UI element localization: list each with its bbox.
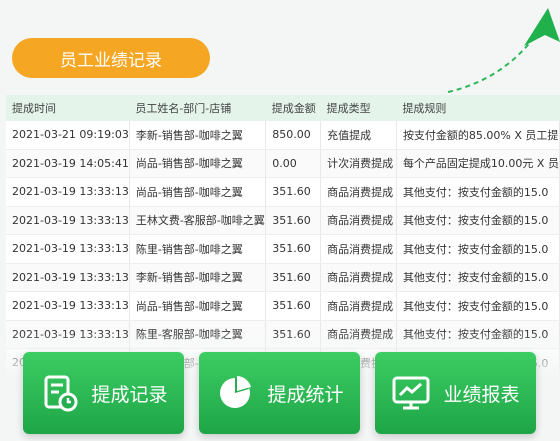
cell-type: 商品消费提成: [320, 291, 397, 321]
cell-employee: 李新-销售部-咖啡之翼: [129, 263, 267, 292]
commission-records-label: 提成记录: [91, 383, 168, 406]
column-header-time[interactable]: 提成时间: [6, 95, 130, 121]
cell-amount: 351.60: [265, 291, 322, 321]
cell-time: 2021-03-19 13:33:13: [6, 177, 130, 207]
cell-rule: 其他支付：按支付金额的15.0: [396, 263, 560, 292]
pie-chart-icon: [220, 376, 252, 408]
cell-amount: 351.60: [265, 263, 322, 292]
cell-amount: 850.00: [265, 121, 322, 150]
page-title: 员工业绩记录: [12, 38, 210, 78]
cell-type: 商品消费提成: [320, 206, 397, 235]
cell-type: 商品消费提成: [320, 234, 397, 264]
cell-type: 商品消费提成: [320, 177, 397, 207]
cell-employee: 尚品-销售部-咖啡之翼: [129, 149, 267, 178]
cell-time: 2021-03-19 13:33:13: [6, 206, 130, 235]
monitor-chart-icon: [392, 376, 430, 410]
cell-rule: 每个产品固定提成10.00元 X 员: [396, 149, 560, 178]
cell-time: 2021-03-19 13:33:13: [6, 234, 130, 264]
column-header-employee[interactable]: 员工姓名-部门-店铺: [129, 95, 266, 121]
table-row[interactable]: 2021-03-19 13:33:13李新-销售部-咖啡之翼351.60商品消费…: [6, 263, 560, 292]
cell-employee: 王林文费-客服部-咖啡之翼: [129, 206, 267, 235]
cell-amount: 0.00: [265, 149, 322, 178]
column-header-type[interactable]: 提成类型: [320, 95, 397, 121]
cell-rule: 其他支付：按支付金额的15.0: [396, 291, 560, 321]
cell-type: 计次消费提成: [320, 149, 397, 178]
cell-amount: 351.60: [265, 206, 322, 235]
table-row[interactable]: 2021-03-19 13:33:13 王林文费-客服部-咖啡之翼 351.60 商品…: [6, 206, 560, 235]
cell-employee: 尚品-销售部-咖啡之翼: [129, 291, 267, 321]
cell-amount: 351.60: [265, 234, 322, 264]
cell-employee: 尚品-销售部-咖啡之翼: [129, 177, 267, 207]
cell-employee: 陈里-销售部-咖啡之翼: [129, 234, 267, 264]
document-clock-icon: [44, 375, 78, 412]
table-row[interactable]: 2021-03-19 13:33:13 尚品-销售部-咖啡之翼 351.60 商品消费…: [6, 177, 560, 207]
cell-rule: 其他支付：按支付金额的15.0: [396, 234, 560, 264]
cell-time: 2021-03-19 13:33:13: [6, 291, 130, 321]
table-row[interactable]: 2021-03-19 14:05:41 尚品-销售部-咖啡之翼 0.00 计次消费提成…: [6, 149, 560, 178]
cell-type: 商品消费提成: [320, 263, 397, 292]
performance-report-button[interactable]: 业绩报表: [375, 352, 536, 434]
cell-rule: 其他支付：按支付金额的15.0: [396, 206, 560, 235]
table-row[interactable]: 2021-03-19 13:33:13 陈里-销售部-咖啡之翼 351.60 商品消费…: [6, 234, 560, 264]
commission-stats-button[interactable]: 提成统计: [199, 352, 360, 434]
column-header-rule[interactable]: 提成规则: [396, 95, 560, 121]
cell-rule: 按支付金额的85.00% X 员工提: [396, 121, 560, 150]
performance-report-label: 业绩报表: [443, 383, 520, 406]
commission-records-button[interactable]: 提成记录: [23, 352, 184, 434]
cell-type: 充值提成: [320, 121, 397, 150]
column-header-amount[interactable]: 提成金额: [265, 95, 321, 121]
cell-employee: 李新-销售部-咖啡之翼: [129, 121, 267, 150]
cell-time: 2021-03-19 13:33:13: [6, 263, 130, 292]
cell-rule: 其他支付：按支付金额的15.0: [396, 177, 560, 207]
table-row[interactable]: 2021-03-21 09:19:03 李新-销售部-咖啡之翼 850.00 充值提成…: [6, 121, 560, 150]
table-row[interactable]: 2021-03-19 13:33:13 尚品-销售部-咖啡之翼 351.60 商品消费…: [6, 291, 560, 321]
cell-time: 2021-03-21 09:19:03: [6, 121, 130, 150]
cell-time: 2021-03-19 14:05:41: [6, 149, 130, 178]
commission-stats-label: 提成统计: [267, 383, 344, 406]
cell-amount: 351.60: [265, 177, 322, 207]
